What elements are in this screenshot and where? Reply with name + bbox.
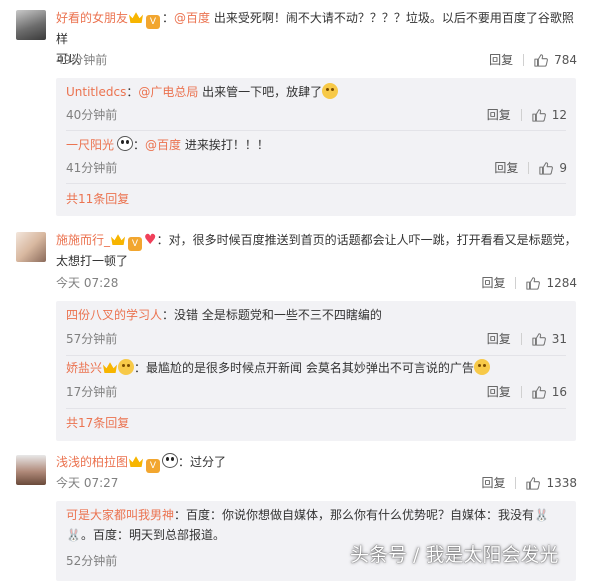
divider: [515, 477, 517, 489]
panda-badge-icon: [117, 136, 134, 151]
sub-reply-username[interactable]: 娇盐兴: [66, 361, 102, 375]
avatar[interactable]: [16, 455, 46, 485]
divider: [66, 408, 566, 409]
divider: [520, 109, 522, 121]
like-count: 1284: [546, 276, 577, 290]
comment-text: 浅浅的柏拉图 V ：过分了: [56, 453, 227, 473]
level-badge-icon: V: [146, 459, 161, 473]
heart-icon: ♥: [144, 232, 157, 248]
glasses-emoji-icon: [473, 359, 490, 375]
thumbs-up-icon[interactable]: [532, 332, 546, 346]
comment-meta: 49分钟前 回复 784: [56, 50, 581, 70]
smile-emoji-icon: [322, 83, 339, 99]
sub-reply-time: 57分钟前: [66, 332, 118, 346]
comment-meta: 今天 07:27 回复 1338: [56, 473, 581, 493]
crown-badge-icon: [103, 362, 118, 373]
comment-meta: 今天 07:28 回复 1284: [56, 273, 581, 293]
comment-time: 今天 07:27: [56, 476, 119, 490]
sub-reply-time: 40分钟前: [66, 108, 118, 122]
divider: [520, 333, 522, 345]
thumbs-up-icon[interactable]: [532, 108, 546, 122]
thumbs-up-icon[interactable]: [532, 385, 546, 399]
mention-link[interactable]: @广电总局: [138, 85, 198, 99]
comment-time: 今天 07:28: [56, 276, 119, 290]
divider: [66, 183, 566, 184]
mention-link[interactable]: @百度: [174, 11, 210, 25]
like-count: 31: [551, 332, 567, 346]
sub-reply-time: 41分钟前: [66, 161, 118, 175]
thumbs-up-icon[interactable]: [526, 276, 540, 290]
avatar[interactable]: [16, 232, 46, 262]
reply-button[interactable]: 回复: [481, 273, 505, 293]
sub-reply-time: 17分钟前: [66, 385, 118, 399]
reply-button[interactable]: 回复: [487, 382, 511, 402]
sub-reply: 一尺阳光 ：@百度 进来挨打！！！ 41分钟前 回复 9: [66, 135, 571, 175]
sub-reply-username[interactable]: Untitledcs: [66, 85, 126, 99]
crown-badge-icon: [111, 234, 126, 245]
sub-reply-username[interactable]: 一尺阳光: [66, 138, 114, 152]
sub-reply-username[interactable]: 可是大家都叫我男神: [66, 508, 174, 522]
thumbs-up-icon[interactable]: [526, 476, 540, 490]
panda-badge-icon: [162, 453, 179, 468]
level-badge-icon: V: [146, 15, 161, 29]
divider: [515, 277, 517, 289]
divider: [66, 355, 566, 356]
reply-button[interactable]: 回复: [489, 50, 513, 70]
thumbs-up-icon[interactable]: [539, 161, 553, 175]
sub-reply-username[interactable]: 四份八叉的学习人: [66, 308, 162, 322]
sub-replies-box: Untitledcs：@广电总局 出来管一下吧，放肆了 40分钟前 回复 12 …: [56, 78, 576, 216]
sub-replies-box: 四份八叉的学习人：没错 全是标题党和一些不三不四瞎编的 57分钟前 回复 31 …: [56, 301, 576, 441]
sub-reply: Untitledcs：@广电总局 出来管一下吧，放肆了 40分钟前 回复 12: [66, 82, 571, 122]
divider: [66, 130, 566, 131]
rabbit-emoji-icon: 🐰: [66, 528, 81, 542]
sub-reply: 可是大家都叫我男神：百度：你说你想做自媒体，那么你有什么优势呢？自媒体：我没有🐰…: [66, 508, 549, 568]
avatar[interactable]: [16, 10, 46, 40]
crown-badge-icon: [129, 12, 144, 23]
divider: [520, 386, 522, 398]
sub-reply: 娇盐兴 ：最尴尬的是很多时候点开新闻 会莫名其妙弹出不可言说的广告 17分钟前 回…: [66, 358, 571, 399]
like-count: 16: [551, 385, 567, 399]
divider: [523, 54, 525, 66]
like-count: 784: [554, 53, 577, 67]
reply-button[interactable]: 回复: [487, 329, 511, 349]
level-badge-icon: V: [128, 237, 143, 251]
reply-button[interactable]: 回复: [494, 158, 518, 178]
comment-username[interactable]: 好看的女朋友: [56, 11, 128, 25]
thumbs-up-icon[interactable]: [534, 53, 548, 67]
mention-link[interactable]: @百度: [145, 138, 181, 152]
more-replies-link[interactable]: 共17条回复: [66, 414, 129, 431]
sub-reply: 四份八叉的学习人：没错 全是标题党和一些不三不四瞎编的 57分钟前 回复 31: [66, 305, 571, 346]
divider: [528, 162, 530, 174]
like-count: 12: [551, 108, 567, 122]
like-count: 9: [559, 161, 567, 175]
more-replies-link[interactable]: 共11条回复: [66, 190, 129, 207]
comment-text: 施施而行_ V ♥：对，很多时候百度推送到首页的话题都会让人吓一跳，打开看看又是标题…: [56, 232, 577, 268]
comment-time: 49分钟前: [56, 53, 108, 67]
reply-button[interactable]: 回复: [481, 473, 505, 493]
rabbit-emoji-icon: 🐰: [534, 508, 549, 522]
reply-button[interactable]: 回复: [487, 105, 511, 125]
comment-username[interactable]: 浅浅的柏拉图: [56, 455, 128, 469]
like-count: 1338: [546, 476, 577, 490]
crown-badge-icon: [129, 456, 144, 467]
sub-reply-time: 52分钟前: [66, 554, 118, 568]
watermark: 头条号 / 我是太阳会发光: [350, 544, 559, 566]
comment-username[interactable]: 施施而行_: [56, 233, 110, 247]
smile-emoji-icon: [118, 359, 135, 375]
